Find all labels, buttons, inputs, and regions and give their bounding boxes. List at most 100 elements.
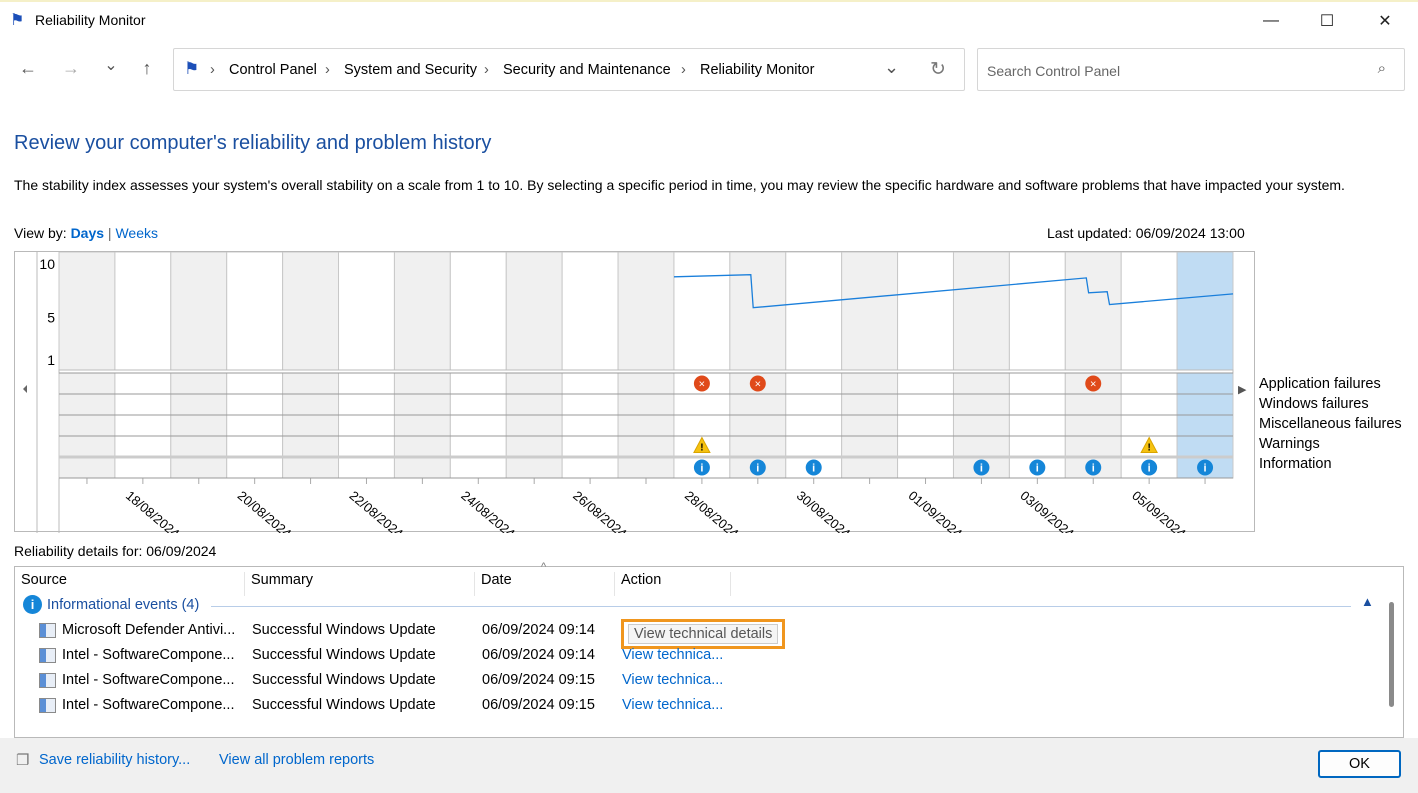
page-description: The stability index assesses your system… [14, 177, 1345, 193]
refresh-icon[interactable]: ↻ [930, 58, 946, 81]
day-column[interactable] [617, 251, 675, 479]
info-icon-glyph: i [812, 463, 815, 475]
breadcrumb-security-maintenance[interactable]: Security and Maintenance [503, 62, 671, 78]
view-technical-details-link[interactable]: View technica... [622, 672, 723, 688]
x-tick-label: 30/08/2024 [794, 488, 853, 533]
breadcrumb-control-panel[interactable]: Control Panel [229, 62, 317, 78]
day-column[interactable] [282, 251, 340, 479]
scroll-left-icon[interactable] [23, 385, 27, 393]
scrollbar-thumb[interactable] [1389, 602, 1394, 707]
day-column[interactable] [58, 251, 116, 479]
info-icon-glyph: i [980, 463, 983, 475]
day-column[interactable] [1176, 251, 1234, 479]
back-button[interactable]: ← [16, 58, 40, 79]
recent-locations-button[interactable]: ⌄ [99, 55, 123, 75]
day-column[interactable] [505, 251, 563, 479]
close-button[interactable]: ✕ [1362, 2, 1408, 40]
address-dropdown-icon[interactable]: ⌄ [884, 57, 899, 78]
day-column[interactable] [897, 251, 954, 479]
day-column[interactable] [226, 251, 284, 479]
column-summary[interactable]: Summary [245, 572, 475, 596]
day-column[interactable] [841, 251, 899, 479]
day-column[interactable] [1064, 251, 1122, 479]
x-tick-label: 28/08/2024 [682, 488, 741, 533]
x-tick-label: 24/08/2024 [458, 488, 517, 533]
x-tick-label: 03/09/2024 [1017, 488, 1076, 533]
table-row[interactable]: Microsoft Defender Antivi... Successful … [39, 618, 786, 649]
view-by: View by: Days | Weeks [14, 225, 158, 241]
collapse-group-icon[interactable]: ▲ [1361, 594, 1374, 609]
source-cell: Intel - SoftwareCompone... [62, 672, 235, 688]
summary-cell: Successful Windows Update [252, 622, 436, 638]
view-technical-details-link[interactable]: View technica... [622, 647, 723, 663]
y-tick-label: 5 [47, 309, 55, 325]
x-tick-label: 20/08/2024 [235, 488, 294, 533]
day-column[interactable] [1008, 251, 1066, 479]
update-icon [39, 648, 56, 663]
x-tick-label: 05/09/2024 [1129, 488, 1188, 533]
reliability-chart[interactable]: 10 5 1 18/08/2024 20/08/2024 22/08/2024 24/08/… [14, 251, 1256, 541]
breadcrumb-reliability-monitor[interactable]: Reliability Monitor [700, 62, 814, 78]
day-column[interactable] [561, 251, 619, 479]
update-icon [39, 623, 56, 638]
footer-bar [0, 738, 1418, 793]
table-row[interactable]: Intel - SoftwareCompone... Successful Wi… [39, 693, 779, 718]
ok-button[interactable]: OK [1318, 750, 1401, 778]
save-history-link[interactable]: Save reliability history... [39, 752, 190, 768]
date-cell: 06/09/2024 09:15 [482, 672, 595, 688]
error-icon-glyph: × [699, 379, 705, 391]
breadcrumb-system-security[interactable]: System and Security [344, 62, 477, 78]
legend-information: Information [1259, 456, 1332, 472]
search-input[interactable]: Search Control Panel ⌕ [977, 48, 1405, 91]
legend-warnings: Warnings [1259, 436, 1320, 452]
document-icon: ❐ [16, 752, 30, 769]
warning-icon-glyph: ! [700, 443, 703, 454]
summary-cell: Successful Windows Update [252, 697, 436, 713]
details-label: Reliability details for: 06/09/2024 [14, 543, 217, 559]
column-action[interactable]: Action [615, 572, 731, 596]
page-title: Review your computer's reliability and p… [14, 132, 492, 154]
x-tick-label: 26/08/2024 [570, 488, 629, 533]
view-weeks-link[interactable]: Weeks [115, 225, 158, 241]
info-icon-glyph: i [1092, 463, 1095, 475]
last-updated: Last updated: 06/09/2024 13:00 [1047, 225, 1245, 241]
day-column[interactable] [170, 251, 228, 479]
update-icon [39, 698, 56, 713]
minimize-button[interactable]: — [1248, 2, 1294, 40]
day-column[interactable] [449, 251, 507, 479]
column-date[interactable]: Date [475, 572, 615, 596]
chart-svg[interactable]: 10 5 1 18/08/2024 20/08/2024 22/08/2024 24/08/… [15, 251, 1256, 541]
flag-icon: ⚑ [10, 12, 25, 29]
up-button[interactable]: ↑ [135, 58, 159, 79]
view-technical-details-link[interactable]: View technica... [622, 697, 723, 713]
table-row[interactable]: Intel - SoftwareCompone... Successful Wi… [39, 668, 779, 693]
address-bar[interactable]: ⚑ › Control Panel › System and Security … [173, 48, 965, 91]
breadcrumb-separator: › [325, 62, 330, 78]
day-column[interactable] [114, 251, 172, 479]
day-column[interactable] [785, 251, 843, 479]
scroll-right-icon[interactable]: ▶ [1238, 383, 1246, 396]
flag-icon: ⚑ [184, 59, 200, 78]
search-icon[interactable]: ⌕ [1378, 60, 1386, 77]
table-row[interactable]: Intel - SoftwareCompone... Successful Wi… [39, 643, 779, 668]
forward-button[interactable]: → [59, 58, 83, 79]
update-icon [39, 673, 56, 688]
info-icon-glyph: i [1204, 463, 1207, 475]
details-table: Source Summary Date ^ Action i Informati… [14, 561, 1404, 738]
x-tick-label: 01/09/2024 [906, 488, 965, 533]
summary-cell: Successful Windows Update [252, 672, 436, 688]
view-technical-details-button[interactable]: View technical details [628, 624, 779, 644]
breadcrumb-separator: › [484, 62, 489, 78]
day-column[interactable] [729, 251, 787, 479]
search-placeholder: Search Control Panel [987, 63, 1121, 79]
day-column[interactable] [338, 251, 395, 479]
group-header[interactable]: Informational events (4) [47, 597, 199, 613]
day-column[interactable] [393, 251, 451, 479]
date-cell: 06/09/2024 09:14 [482, 647, 595, 663]
breadcrumb-separator: › [681, 62, 686, 78]
column-source[interactable]: Source [15, 572, 245, 596]
view-all-reports-link[interactable]: View all problem reports [219, 752, 374, 768]
maximize-button[interactable]: ☐ [1304, 2, 1350, 40]
legend-windows-failures: Windows failures [1259, 396, 1369, 412]
view-days-link[interactable]: Days [71, 225, 104, 241]
